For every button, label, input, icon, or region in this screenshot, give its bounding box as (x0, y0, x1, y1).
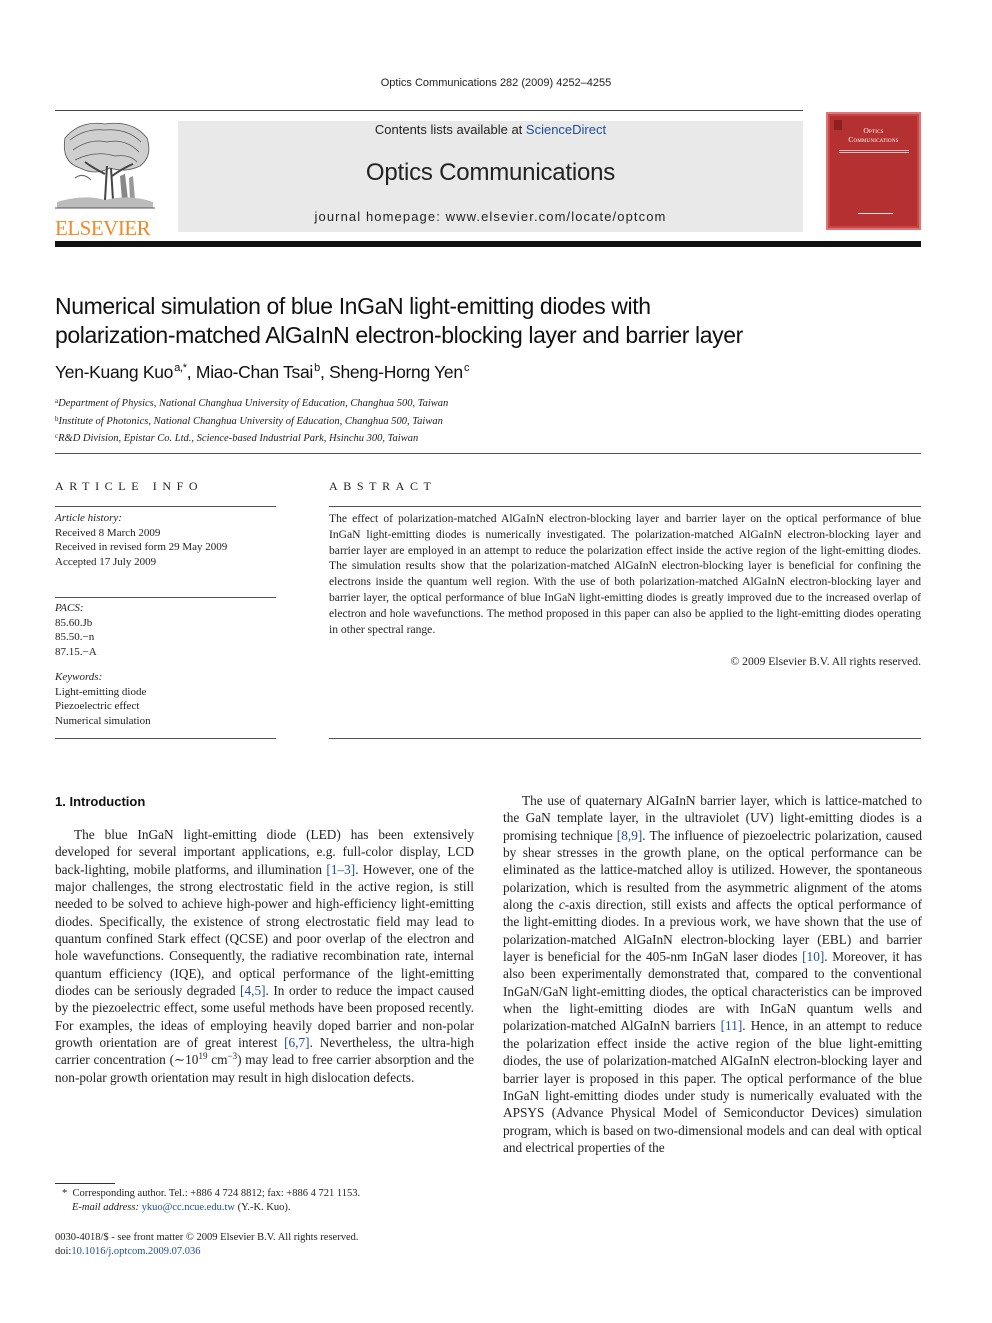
article-title: Numerical simulation of blue InGaN light… (55, 292, 925, 350)
issn-line: 0030-4018/$ - see front matter © 2009 El… (55, 1232, 359, 1243)
affiliation-item: cR&D Division, Epistar Co. Ltd., Science… (55, 429, 448, 447)
journal-masthead: Contents lists available at ScienceDirec… (178, 121, 803, 232)
author-name[interactable]: Yen-Kuang Kuo (55, 362, 173, 382)
abstract-bottom-divider (329, 738, 921, 739)
affiliation-text: R&D Division, Epistar Co. Ltd., Science-… (58, 433, 419, 444)
pacs-block: PACS: 85.60.Jb 85.50.−n 87.15.−A (55, 601, 97, 659)
body-column-right: The use of quaternary AlGaInN barrier la… (503, 792, 922, 1156)
email-suffix: (Y.-K. Kuo). (234, 1202, 291, 1213)
keyword-item[interactable]: Numerical simulation (55, 714, 151, 729)
doi-link[interactable]: 10.1016/j.optcom.2009.07.036 (71, 1246, 200, 1257)
publisher-wordmark: ELSEVIER (55, 216, 151, 240)
affiliation-item: aDepartment of Physics, National Changhu… (55, 394, 448, 412)
citation-link[interactable]: [11] (721, 1018, 743, 1033)
article-info-heading: ARTICLE INFO (55, 479, 204, 493)
article-info-divider (55, 506, 276, 507)
section-heading-introduction: 1. Introduction (55, 794, 146, 809)
corresponding-author-footnote: * Corresponding author. Tel.: +886 4 724… (62, 1187, 360, 1215)
pacs-label: PACS: (55, 602, 84, 614)
affiliation-text: Department of Physics, National Changhua… (58, 398, 449, 409)
text-run: cm (207, 1052, 228, 1068)
article-history: Article history: Received 8 March 2009 R… (55, 511, 227, 569)
superscript: −3 (227, 1051, 238, 1062)
email-label: E-mail address: (72, 1202, 139, 1213)
footnote-mark: * (62, 1188, 68, 1199)
keyword-item[interactable]: Light-emitting diode (55, 685, 151, 700)
history-item: Accepted 17 July 2009 (55, 555, 157, 568)
affiliation-list: aDepartment of Physics, National Changhu… (55, 394, 448, 447)
journal-cover-thumbnail[interactable]: Optics Communications (826, 112, 921, 230)
journal-title: Optics Communications (365, 159, 616, 186)
keywords-block: Keywords: Light-emitting diode Piezoelec… (55, 670, 151, 728)
running-head: Optics Communications 282 (2009) 4252–42… (380, 77, 612, 89)
doi-label: doi: (55, 1246, 72, 1257)
header-thick-divider (55, 241, 921, 247)
pacs-item: 85.50.−n (55, 631, 95, 643)
author-name[interactable]: Sheng-Horng Yen (329, 362, 463, 382)
top-divider (55, 110, 803, 111)
article-title-line1: Numerical simulation of blue InGaN light… (55, 293, 651, 319)
affiliation-item: bInstitute of Photonics, National Changh… (55, 412, 448, 430)
affiliation-text: Institute of Photonics, National Changhu… (58, 415, 443, 427)
author-affil-mark[interactable]: b (314, 362, 320, 374)
keyword-item[interactable]: Piezoelectric effect (55, 699, 151, 714)
citation-link[interactable]: [8,9] (617, 828, 642, 843)
history-label: Article history: (55, 512, 122, 524)
contents-prefix: Contents lists available at (374, 122, 526, 137)
cover-subtitle-lines (838, 150, 909, 153)
history-item: Received 8 March 2009 (55, 526, 161, 539)
citation-link[interactable]: [4,5] (240, 983, 265, 998)
citation-link[interactable]: [1–3] (326, 862, 355, 877)
article-info-bottom-divider (55, 738, 276, 739)
text-run: . However, one of the major challenges, … (55, 861, 474, 999)
email-link[interactable]: ykuo@cc.ncue.edu.tw (142, 1202, 235, 1213)
journal-homepage[interactable]: journal homepage: www.elsevier.com/locat… (178, 209, 803, 224)
cover-title-line2: Communications (848, 135, 899, 144)
sciencedirect-link[interactable]: ScienceDirect (526, 122, 606, 137)
author-affil-mark[interactable]: a,* (174, 362, 187, 374)
pacs-divider (55, 597, 276, 598)
abstract-text: The effect of polarization-matched AlGaI… (329, 512, 921, 636)
corresponding-author-info: Corresponding author. Tel.: +886 4 724 8… (72, 1188, 361, 1199)
history-item: Received in revised form 29 May 2009 (55, 541, 228, 553)
footnote-divider (55, 1183, 115, 1184)
article-title-line2: polarization-matched AlGaInN electron-bl… (55, 322, 743, 348)
pacs-item: 87.15.−A (55, 645, 97, 658)
body-column-left: The blue InGaN light-emitting diode (LED… (55, 826, 474, 1086)
front-matter-info: 0030-4018/$ - see front matter © 2009 El… (55, 1231, 358, 1259)
contents-line: Contents lists available at ScienceDirec… (178, 122, 803, 137)
author-affil-mark[interactable]: c (464, 362, 470, 374)
cover-footer-mark (858, 213, 893, 218)
citation-link[interactable]: [6,7] (284, 1035, 309, 1050)
cover-publisher-mark (834, 120, 842, 130)
abstract-heading: ABSTRACT (329, 479, 437, 493)
paragraph: The use of quaternary AlGaInN barrier la… (503, 792, 922, 1156)
keywords-label: Keywords: (55, 671, 103, 683)
author-list: Yen-Kuang Kuo a,*, Miao-Chan Tsai b, She… (55, 362, 470, 382)
text-run: . Hence, in an attempt to reduce the pol… (503, 1018, 922, 1155)
elsevier-tree-icon (55, 122, 155, 209)
front-matter-divider (55, 453, 921, 454)
abstract-copyright: © 2009 Elsevier B.V. All rights reserved… (730, 655, 921, 668)
pacs-item: 85.60.Jb (55, 616, 93, 629)
citation-link[interactable]: [10] (802, 949, 824, 964)
abstract-divider (329, 506, 921, 507)
paragraph: The blue InGaN light-emitting diode (LED… (55, 826, 474, 1086)
elsevier-logo[interactable]: ELSEVIER (55, 118, 155, 240)
author-name[interactable]: Miao-Chan Tsai (196, 362, 313, 382)
